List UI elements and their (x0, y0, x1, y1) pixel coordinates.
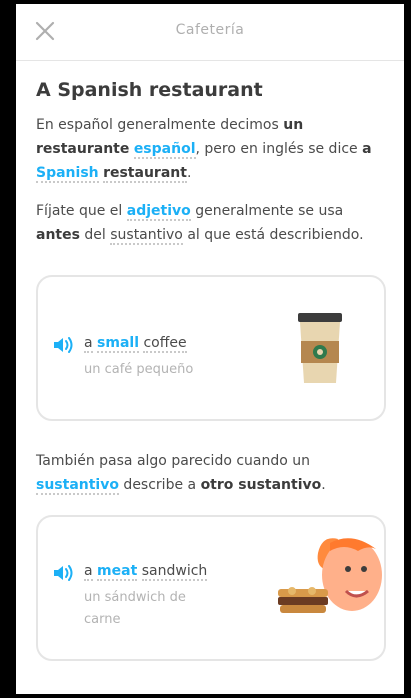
word-spanish[interactable]: Spanish (36, 165, 99, 183)
person-eating-sandwich-icon (278, 538, 382, 613)
example-translation: un café pequeño (84, 362, 194, 377)
example-card-coffee: a small coffee un café pequeño (36, 275, 386, 421)
example-translation: un sándwich de carne (84, 590, 186, 627)
text: También pasa algo parecido cuando un (36, 453, 311, 469)
paragraph-1: En español generalmente decimos un resta… (36, 113, 386, 185)
text: En español generalmente decimos (36, 117, 284, 133)
word-sandwich[interactable]: sandwich (141, 563, 208, 581)
text: del (79, 227, 111, 243)
example-phrase: a small coffee (84, 335, 187, 353)
paragraph-3: También pasa algo parecido cuando un sus… (36, 449, 386, 497)
text: describe a (118, 477, 201, 493)
text: Fíjate que el (36, 203, 127, 219)
word-a[interactable]: a (84, 335, 93, 353)
paragraph-2: Fíjate que el adjetivo generalmente se u… (36, 199, 386, 247)
word-coffee[interactable]: coffee (143, 335, 187, 353)
speaker-icon[interactable] (52, 563, 76, 583)
phrase-otro-sustantivo: otro sustantivo (200, 477, 322, 493)
word-sustantivo[interactable]: sustantivo (36, 477, 119, 495)
lesson-heading: A Spanish restaurant (36, 79, 263, 101)
word-restaurant[interactable]: restaurant (103, 165, 187, 183)
text: . (321, 477, 326, 493)
top-bar: Cafetería (16, 4, 404, 61)
text: generalmente se usa (190, 203, 344, 219)
example-phrase: a meat sandwich (84, 563, 208, 581)
coffee-cup-icon (298, 313, 342, 383)
text: , pero en inglés se dice (195, 141, 363, 157)
word-a[interactable]: a (84, 563, 93, 581)
example-card-sandwich: a meat sandwich un sándwich de carne (36, 515, 386, 661)
word-antes: antes (36, 227, 80, 243)
word-small[interactable]: small (97, 335, 140, 353)
word-sustantivo[interactable]: sustantivo (110, 227, 183, 245)
speaker-icon[interactable] (52, 335, 76, 355)
page-title: Cafetería (175, 22, 245, 38)
app-screen: Cafetería A Spanish restaurant En españo… (16, 4, 404, 694)
word-adjetivo[interactable]: adjetivo (126, 203, 191, 221)
word-a: a (362, 141, 372, 157)
lesson-content: A Spanish restaurant En español generalm… (16, 61, 404, 661)
text: . (186, 165, 192, 181)
text: al que está describiendo. (182, 227, 364, 243)
word-meat[interactable]: meat (97, 563, 138, 581)
word-espanol[interactable]: español (133, 141, 196, 159)
